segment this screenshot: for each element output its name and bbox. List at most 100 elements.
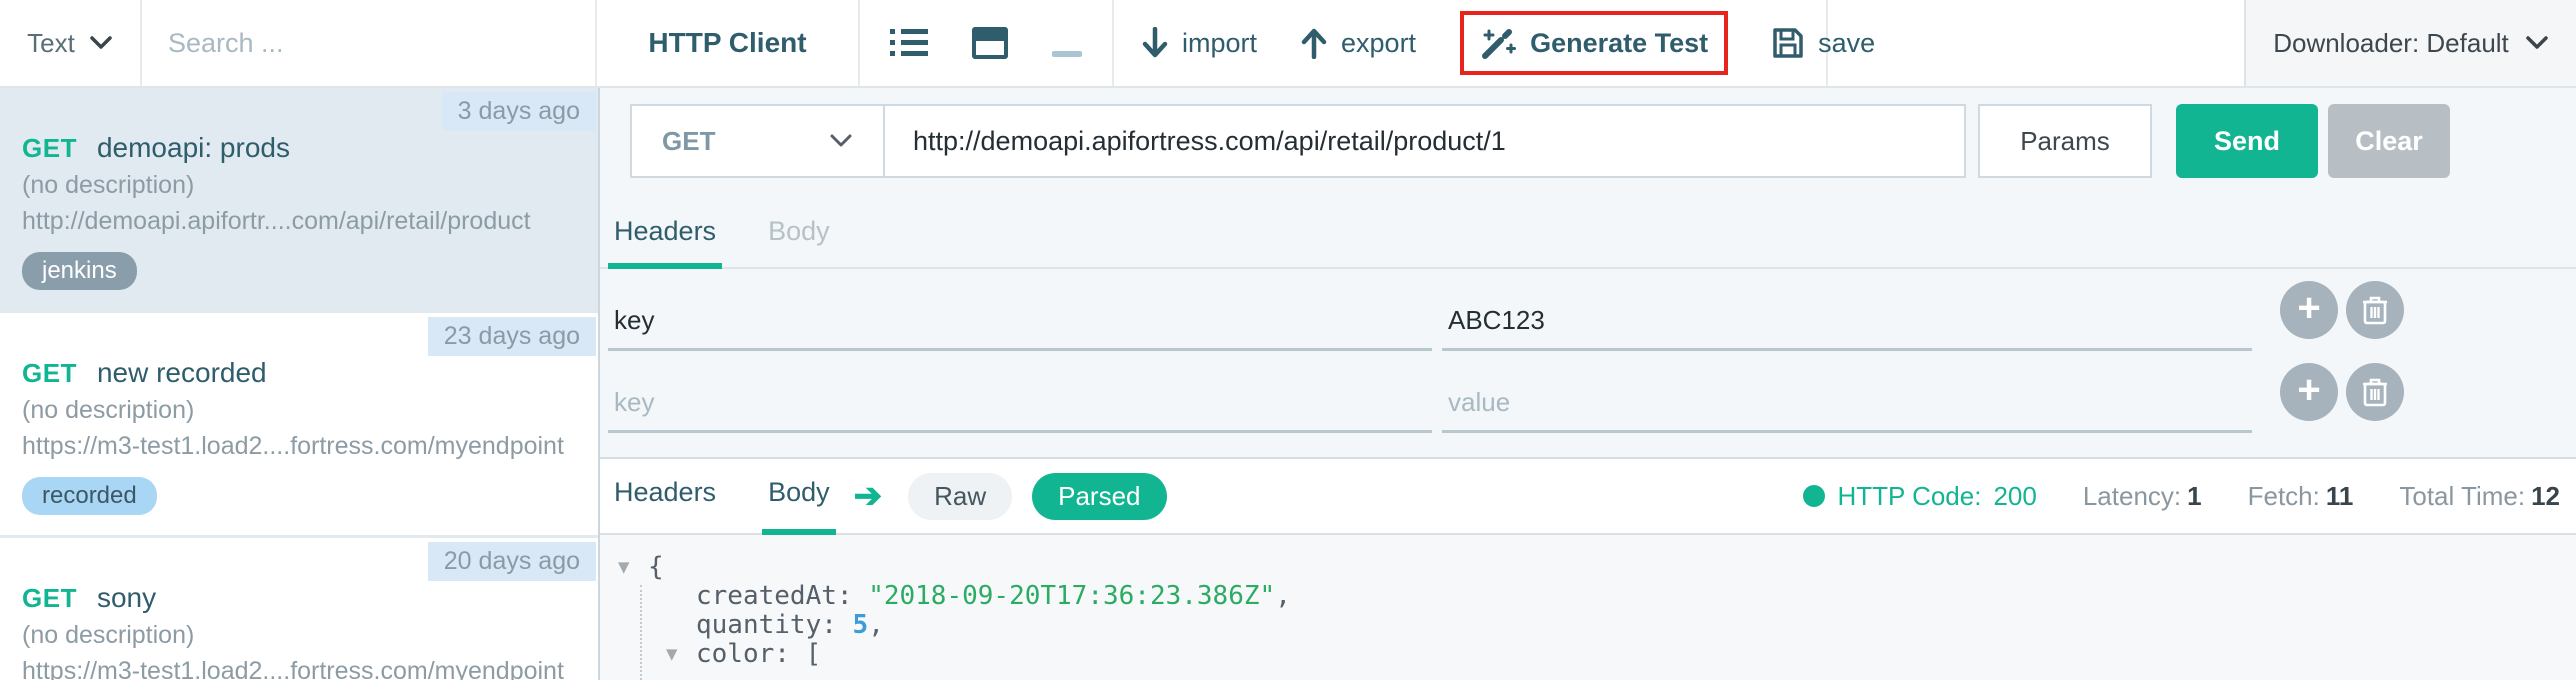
- import-button[interactable]: import: [1142, 27, 1257, 59]
- method-badge: GET: [22, 358, 77, 389]
- chevron-down-icon: [2525, 35, 2549, 51]
- response-stats: HTTP Code: 200 Latency:1 Fetch:11 Total …: [1803, 481, 2560, 512]
- add-header-button[interactable]: +: [2280, 363, 2338, 421]
- request-description: (no description): [22, 396, 574, 425]
- tab-response-body[interactable]: Body: [762, 459, 836, 535]
- search-type-dropdown[interactable]: Text: [0, 0, 142, 86]
- downloader-dropdown[interactable]: Downloader: Default: [2244, 0, 2576, 86]
- total-time-label: Total Time:: [2399, 481, 2525, 511]
- json-comma: ,: [1275, 581, 1291, 611]
- chevron-down-icon: [829, 133, 853, 149]
- parsed-toggle[interactable]: Parsed: [1032, 473, 1166, 520]
- http-code-label: HTTP Code:: [1837, 481, 1981, 512]
- request-name: demoapi: prods: [97, 132, 290, 164]
- method-badge: GET: [22, 583, 77, 614]
- json-key: createdAt:: [696, 581, 868, 611]
- generate-test-label: Generate Test: [1530, 28, 1708, 59]
- json-open-bracket: [: [806, 639, 822, 669]
- json-open-brace: {: [648, 552, 664, 582]
- json-indent-guide: [640, 585, 642, 680]
- generate-test-button[interactable]: Generate Test: [1460, 11, 1728, 75]
- page-title: HTTP Client: [597, 0, 860, 86]
- latency-value: 1: [2187, 481, 2201, 511]
- list-view-icon[interactable]: [890, 28, 928, 58]
- latency-stat: Latency:1: [2083, 481, 2202, 512]
- collapse-triangle-icon[interactable]: ▼: [666, 640, 696, 669]
- request-headers-editor: +: [600, 269, 2576, 433]
- tag-badge: jenkins: [22, 252, 137, 290]
- add-header-button[interactable]: +: [2280, 281, 2338, 339]
- arrow-down-icon: [1142, 27, 1168, 59]
- tag-badge: recorded: [22, 477, 157, 515]
- trash-icon: [2362, 295, 2388, 325]
- timestamp-badge: 3 days ago: [442, 92, 596, 131]
- toolbar-spacer: [1828, 0, 2244, 86]
- fetch-label: Fetch:: [2248, 481, 2320, 511]
- url-input[interactable]: [885, 106, 1964, 176]
- status-dot-icon: [1803, 485, 1825, 507]
- json-comma: ,: [868, 610, 884, 640]
- total-time-stat: Total Time:12: [2399, 481, 2560, 512]
- save-floppy-icon: [1772, 27, 1804, 59]
- search-input[interactable]: [168, 28, 569, 59]
- row-actions: +: [2280, 281, 2404, 339]
- import-label: import: [1182, 28, 1257, 59]
- method-select[interactable]: GET: [632, 106, 885, 176]
- method-badge: GET: [22, 133, 77, 164]
- request-url: https://m3-test1.load2....fortress.com/m…: [22, 432, 574, 461]
- params-button[interactable]: Params: [1978, 104, 2152, 178]
- params-label: Params: [2020, 126, 2110, 157]
- header-value-input[interactable]: [1442, 387, 2252, 433]
- http-code: HTTP Code: 200: [1803, 481, 2036, 512]
- export-button[interactable]: export: [1301, 27, 1416, 59]
- plus-icon: +: [2297, 370, 2320, 410]
- search-type-label: Text: [27, 28, 75, 59]
- header-value-input[interactable]: [1442, 305, 2252, 351]
- magic-wand-icon: [1480, 25, 1516, 61]
- response-toolbar: Headers Body ➔ Raw Parsed HTTP Code: 200…: [600, 457, 2576, 535]
- json-number-value: 5: [853, 610, 869, 640]
- request-description: (no description): [22, 171, 574, 200]
- collapse-triangle-icon[interactable]: ▼: [618, 553, 648, 582]
- view-toggle-group: [860, 0, 1114, 86]
- arrow-right-icon: ➔: [854, 476, 883, 516]
- delete-header-button[interactable]: [2346, 281, 2404, 339]
- request-name: new recorded: [97, 357, 267, 389]
- minimize-icon[interactable]: [1052, 51, 1082, 57]
- json-key: quantity:: [696, 610, 853, 640]
- toolbar-actions: import export Generate Test: [1114, 0, 1828, 86]
- request-history-sidebar: 3 days ago GET demoapi: prods (no descri…: [0, 88, 600, 680]
- history-item-sony[interactable]: 20 days ago GET sony (no description) ht…: [0, 538, 598, 680]
- clear-label: Clear: [2355, 126, 2423, 157]
- history-item-new-recorded[interactable]: 23 days ago GET new recorded (no descrip…: [0, 313, 598, 538]
- request-tabs: Headers Body: [600, 204, 2576, 269]
- json-line-color: ▼color: [: [618, 640, 2576, 669]
- timestamp-badge: 20 days ago: [428, 542, 596, 581]
- history-item-demoapi-prods[interactable]: 3 days ago GET demoapi: prods (no descri…: [0, 88, 598, 313]
- header-key-input[interactable]: [608, 387, 1432, 433]
- delete-header-button[interactable]: [2346, 363, 2404, 421]
- fetch-stat: Fetch:11: [2248, 481, 2354, 512]
- json-key: color:: [696, 639, 806, 669]
- top-toolbar: Text HTTP Client: [0, 0, 2576, 88]
- clear-button[interactable]: Clear: [2328, 104, 2450, 178]
- header-key-input[interactable]: [608, 305, 1432, 351]
- response-body-viewer: ▼{ createdAt: "2018-09-20T17:36:23.386Z"…: [600, 535, 2576, 680]
- tab-request-headers[interactable]: Headers: [608, 204, 722, 269]
- http-client-app: Text HTTP Client: [0, 0, 2576, 680]
- send-button[interactable]: Send: [2176, 104, 2318, 178]
- request-bar: GET Params Send Clear: [630, 104, 2546, 178]
- raw-toggle[interactable]: Raw: [908, 473, 1012, 520]
- send-label: Send: [2214, 126, 2280, 157]
- request-name: sony: [97, 582, 156, 614]
- tab-request-body[interactable]: Body: [762, 204, 836, 269]
- tab-response-headers[interactable]: Headers: [608, 459, 722, 535]
- json-line-createdat: createdAt: "2018-09-20T17:36:23.386Z",: [618, 582, 2576, 611]
- json-line-open: ▼{: [618, 553, 2576, 582]
- http-client-panel: GET Params Send Clear: [600, 88, 2576, 680]
- url-bar: GET: [630, 104, 1966, 178]
- window-view-icon[interactable]: [972, 27, 1008, 59]
- request-url: https://m3-test1.load2....fortress.com/m…: [22, 657, 574, 680]
- main-area: 3 days ago GET demoapi: prods (no descri…: [0, 88, 2576, 680]
- request-url: http://demoapi.apifortr....com/api/retai…: [22, 207, 574, 236]
